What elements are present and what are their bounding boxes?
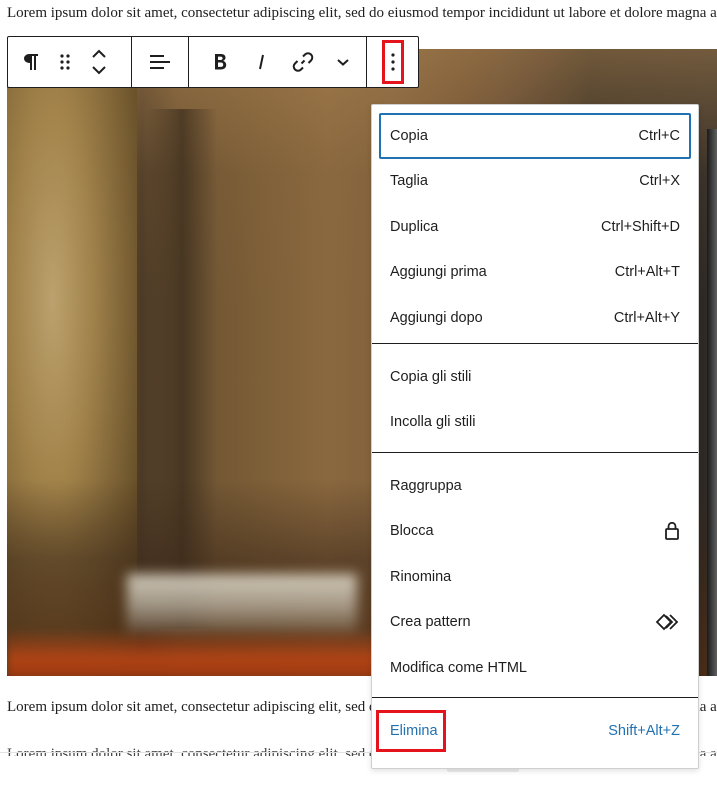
- italic-icon[interactable]: [241, 37, 283, 87]
- move-up-down-icon[interactable]: [82, 37, 116, 87]
- menu-item-shortcut: Shift+Alt+Z: [608, 722, 680, 739]
- menu-item-paste-styles[interactable]: Incolla gli stili: [379, 400, 691, 446]
- drag-handle-icon[interactable]: [48, 37, 82, 87]
- block-toolbar: [7, 36, 419, 88]
- menu-item-rename[interactable]: Rinomina: [379, 554, 691, 600]
- menu-item-insert-before[interactable]: Aggiungi prima Ctrl+Alt+T: [379, 250, 691, 296]
- menu-item-label: Raggruppa: [390, 477, 462, 494]
- menu-item-shortcut: Ctrl+Shift+D: [601, 218, 680, 235]
- menu-item-create-pattern[interactable]: Crea pattern: [379, 600, 691, 646]
- menu-item-shortcut: Ctrl+Alt+Y: [613, 309, 680, 326]
- menu-item-label: Crea pattern: [390, 614, 471, 631]
- menu-section-styles: Copia gli stili Incolla gli stili: [372, 344, 698, 453]
- menu-item-group[interactable]: Raggruppa: [379, 463, 691, 509]
- link-icon[interactable]: [283, 37, 323, 87]
- menu-item-edit-html[interactable]: Modifica come HTML: [379, 645, 691, 691]
- menu-item-lock[interactable]: Blocca: [379, 509, 691, 555]
- menu-item-copy-styles[interactable]: Copia gli stili: [379, 354, 691, 400]
- menu-item-label: Blocca: [390, 523, 434, 540]
- menu-item-label: Incolla gli stili: [390, 414, 476, 431]
- bold-icon[interactable]: [199, 37, 241, 87]
- block-options-menu: Copia Ctrl+C Taglia Ctrl+X Duplica Ctrl+…: [371, 104, 699, 769]
- menu-item-label: Aggiungi prima: [390, 264, 487, 281]
- menu-item-copy[interactable]: Copia Ctrl+C: [379, 113, 691, 159]
- menu-item-delete[interactable]: Elimina Shift+Alt+Z: [376, 708, 691, 754]
- menu-section-clipboard: Copia Ctrl+C Taglia Ctrl+X Duplica Ctrl+…: [372, 105, 698, 344]
- photo-cat-fur: [707, 129, 717, 676]
- menu-item-label: Rinomina: [390, 568, 452, 585]
- menu-section-tools: Raggruppa Blocca Rinomina Crea pattern M…: [372, 453, 698, 698]
- menu-item-insert-after[interactable]: Aggiungi dopo Ctrl+Alt+Y: [379, 295, 691, 341]
- menu-item-shortcut: Ctrl+Alt+T: [614, 264, 680, 281]
- lock-icon: [664, 521, 680, 541]
- menu-item-label: Aggiungi dopo: [390, 309, 483, 326]
- menu-item-label: Copia gli stili: [390, 368, 472, 385]
- pattern-icon: [654, 612, 680, 632]
- more-options-icon: [390, 53, 395, 71]
- menu-item-label: Copia: [390, 127, 428, 144]
- menu-item-label: Modifica come HTML: [390, 659, 527, 676]
- menu-item-duplicate[interactable]: Duplica Ctrl+Shift+D: [379, 204, 691, 250]
- menu-item-cut[interactable]: Taglia Ctrl+X: [379, 159, 691, 205]
- delete-label-wrap: Elimina: [376, 709, 446, 752]
- align-icon[interactable]: [143, 37, 177, 87]
- menu-item-shortcut: Ctrl+C: [638, 127, 681, 144]
- menu-section-delete: Elimina Shift+Alt+Z: [372, 698, 698, 766]
- photo-shelf: [127, 574, 357, 634]
- editor-canvas: Lorem ipsum dolor sit amet, consectetur …: [0, 0, 717, 788]
- toolbar-group-block: [8, 37, 132, 87]
- chevron-down-icon[interactable]: [323, 37, 363, 87]
- menu-item-label: Taglia: [390, 173, 428, 190]
- toolbar-group-align: [132, 37, 189, 87]
- menu-item-label: Duplica: [390, 218, 439, 235]
- toolbar-group-more: [367, 37, 418, 87]
- paragraph-icon[interactable]: [14, 37, 48, 87]
- more-options-button[interactable]: [381, 40, 404, 84]
- photo-red-surface: [7, 629, 427, 676]
- paragraph-block-top[interactable]: Lorem ipsum dolor sit amet, consectetur …: [7, 3, 717, 23]
- menu-item-label: Elimina: [390, 722, 438, 739]
- toolbar-group-format: [189, 37, 367, 87]
- menu-item-shortcut: Ctrl+X: [639, 173, 680, 190]
